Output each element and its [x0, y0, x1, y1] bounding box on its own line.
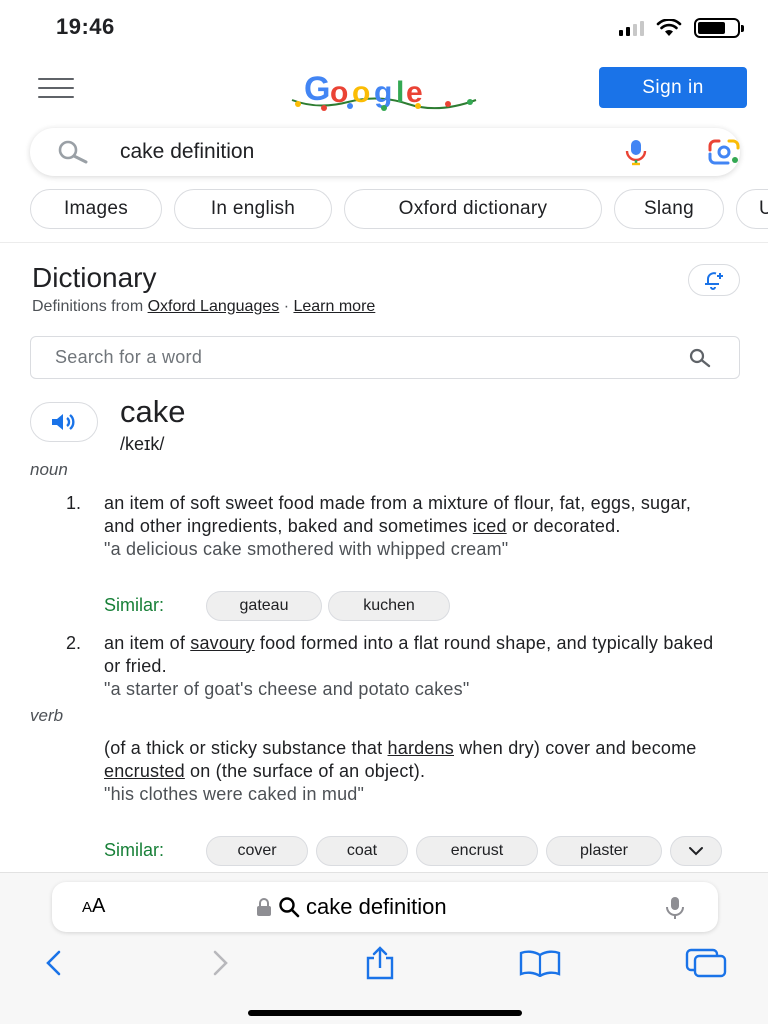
search-icon[interactable] [687, 347, 713, 369]
definition-example: "a starter of goat's cheese and potato c… [104, 679, 470, 699]
hardens-link[interactable]: hardens [388, 738, 454, 758]
similar-label: Similar: [104, 595, 165, 615]
definition-text: an item of [104, 633, 191, 653]
part-of-speech-verb: verb [30, 706, 64, 725]
search-query[interactable]: cake definition [120, 140, 254, 164]
wifi-icon [656, 19, 682, 36]
chip-partial[interactable]: U [736, 189, 768, 229]
aa-small: A [82, 899, 93, 916]
chip-images[interactable]: Images [30, 189, 162, 229]
definition-text: or decorated. [506, 516, 621, 536]
address-query: cake definition [306, 894, 447, 919]
sign-in-button[interactable]: Sign in [599, 67, 747, 108]
definition-example: "a delicious cake smothered with whipped… [104, 539, 509, 559]
google-doodle-logo[interactable]: G o o g l e [288, 66, 480, 114]
add-alert-button[interactable] [688, 264, 740, 296]
learn-more-link[interactable]: Learn more [293, 298, 375, 315]
address-bar[interactable]: AA cake definition [52, 882, 718, 932]
page-settings-button[interactable]: AA [82, 895, 105, 918]
definition-example: "his clothes were caked in mud" [104, 784, 365, 804]
status-time: 19:46 [56, 14, 115, 39]
status-bar: 19:46 [0, 0, 768, 56]
definition-text: when dry) cover and become [453, 738, 697, 758]
dictionary-source: Definitions from Oxford Languages · Lear… [32, 298, 375, 316]
synonym-chip[interactable]: coat [316, 836, 408, 866]
part-of-speech-noun: noun [30, 460, 68, 479]
search-icon [58, 140, 88, 164]
share-button[interactable] [358, 945, 402, 981]
svg-text:l: l [396, 76, 404, 109]
expand-synonyms-button[interactable] [670, 836, 722, 866]
pronunciation-button[interactable] [30, 402, 98, 442]
address-text[interactable]: cake definition [256, 894, 447, 920]
microphone-icon[interactable] [664, 896, 686, 920]
bookmarks-button[interactable] [518, 945, 562, 981]
google-lens-icon[interactable] [706, 138, 742, 166]
headword: cake [120, 394, 186, 429]
header: G o o g l e Sign in [0, 56, 768, 120]
savoury-link[interactable]: savoury [190, 633, 254, 653]
speaker-icon [52, 414, 75, 430]
definition-verb: (of a thick or sticky substance that har… [104, 737, 724, 806]
svg-text:G: G [304, 70, 330, 108]
tabs-icon [685, 948, 727, 978]
aa-big: A [92, 895, 106, 917]
synonym-chip[interactable]: cover [206, 836, 308, 866]
iced-link[interactable]: iced [473, 516, 507, 536]
definition-1: an item of soft sweet food made from a m… [104, 492, 724, 561]
chevron-down-icon [689, 847, 703, 856]
definition-2: an item of savoury food formed into a fl… [104, 632, 724, 701]
synonym-chip[interactable]: kuchen [328, 591, 450, 621]
word-search-placeholder: Search for a word [55, 347, 203, 367]
home-indicator[interactable] [248, 1010, 522, 1016]
voice-search-icon[interactable] [622, 138, 650, 166]
svg-text:o: o [330, 76, 348, 109]
dictionary-title: Dictionary [32, 262, 157, 293]
suggestion-chips: Images In english Oxford dictionary Slan… [30, 189, 768, 229]
book-icon [519, 950, 561, 977]
status-icons [619, 18, 744, 38]
chip-in-english[interactable]: In english [174, 189, 332, 229]
synonym-chip[interactable]: encrust [416, 836, 538, 866]
encrusted-link[interactable]: encrusted [104, 761, 185, 781]
bell-plus-icon [705, 272, 723, 290]
source-separator: · [279, 298, 294, 315]
chevron-right-icon [213, 950, 228, 976]
source-prefix: Definitions from [32, 298, 148, 315]
search-icon [279, 897, 300, 918]
synonym-chip[interactable]: plaster [546, 836, 662, 866]
phonetic: /keɪk/ [120, 434, 165, 454]
lock-icon [257, 898, 271, 916]
definition-number: 2. [66, 633, 82, 653]
tabs-button[interactable] [684, 945, 728, 981]
cellular-signal-icon [619, 20, 644, 36]
safari-toolbar: AA cake definition [0, 872, 768, 1024]
word-search-input[interactable]: Search for a word [30, 336, 740, 379]
oxford-languages-link[interactable]: Oxford Languages [148, 298, 280, 315]
chip-oxford-dictionary[interactable]: Oxford dictionary [344, 189, 602, 229]
definition-text: on (the surface of an object). [184, 761, 426, 781]
share-icon [366, 946, 394, 980]
svg-text:g: g [374, 76, 392, 109]
definition-text: (of a thick or sticky substance that [104, 738, 388, 758]
definition-number: 1. [66, 493, 82, 513]
back-button[interactable] [32, 945, 76, 981]
divider [0, 242, 768, 243]
menu-icon[interactable] [38, 78, 74, 98]
forward-button[interactable] [198, 945, 242, 981]
search-bar[interactable]: cake definition [30, 128, 740, 176]
svg-text:o: o [352, 76, 370, 109]
chevron-left-icon [46, 950, 61, 976]
chip-slang[interactable]: Slang [614, 189, 724, 229]
browser-nav [0, 945, 768, 981]
similar-label: Similar: [104, 840, 165, 860]
synonym-chip[interactable]: gateau [206, 591, 322, 621]
battery-icon [694, 18, 744, 38]
